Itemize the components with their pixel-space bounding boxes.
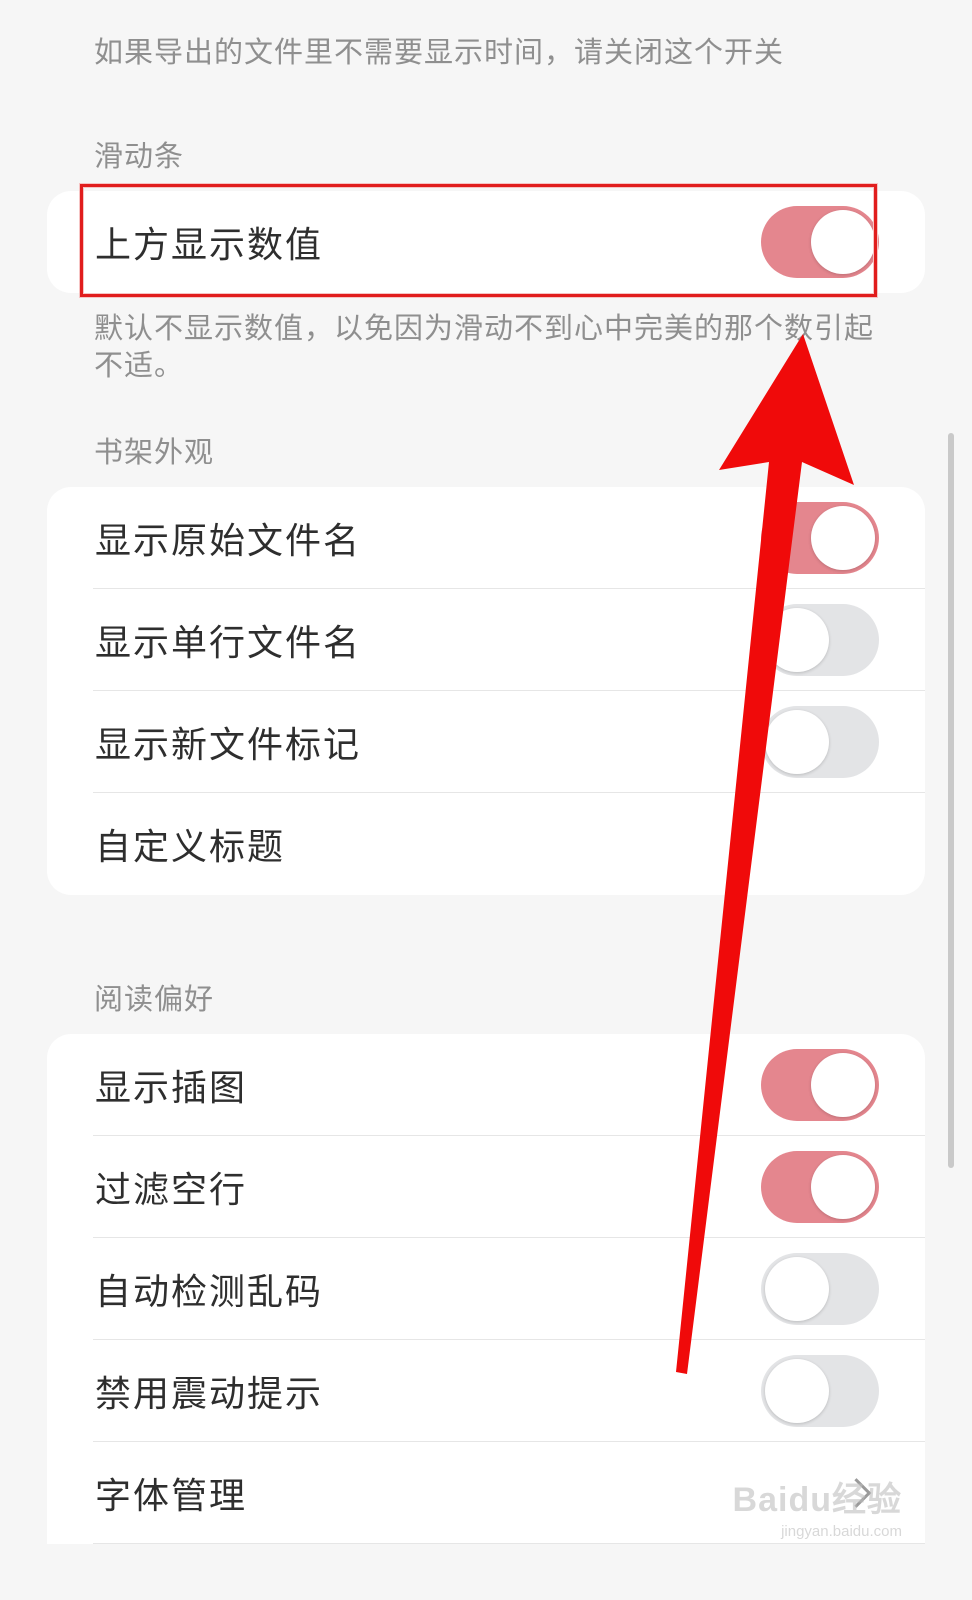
setting-label: 显示新文件标记 [95,725,362,766]
toggle-knob [765,710,829,774]
scrollbar[interactable] [948,433,954,1168]
show-illustrations-toggle[interactable] [761,1049,879,1121]
setting-row-font-management[interactable]: 字体管理 [47,1442,925,1544]
section-title-slider: 滑动条 [94,139,185,173]
section-title-reading: 阅读偏好 [94,982,215,1016]
setting-label: 上方显示数值 [95,225,324,266]
setting-row-filter-blank-lines: 过滤空行 [47,1136,925,1238]
setting-label: 字体管理 [95,1476,248,1517]
setting-row-auto-detect-encoding: 自动检测乱码 [47,1238,925,1340]
toggle-knob [765,1359,829,1423]
setting-row-show-value-above: 上方显示数值 [47,191,925,293]
filter-blank-lines-toggle[interactable] [761,1151,879,1223]
setting-label: 显示单行文件名 [95,623,362,664]
setting-label: 显示插图 [95,1068,248,1109]
reading-settings-card: 显示插图 过滤空行 自动检测乱码 禁用震动提示 字体管理 [47,1034,925,1544]
disable-vibration-toggle[interactable] [761,1355,879,1427]
export-time-note: 如果导出的文件里不需要显示时间，请关闭这个开关 [94,35,785,69]
setting-row-new-file-mark: 显示新文件标记 [47,691,925,793]
setting-row-single-line-filename: 显示单行文件名 [47,589,925,691]
new-file-mark-toggle[interactable] [761,706,879,778]
single-line-filename-toggle[interactable] [761,604,879,676]
setting-row-show-illustrations: 显示插图 [47,1034,925,1136]
toggle-knob [765,608,829,672]
row-divider [93,1543,925,1544]
toggle-knob [811,1053,875,1117]
setting-row-original-filename: 显示原始文件名 [47,487,925,589]
setting-label: 过滤空行 [95,1170,248,1211]
chevron-right-icon [841,1478,872,1508]
auto-detect-encoding-toggle[interactable] [761,1253,879,1325]
setting-row-disable-vibration: 禁用震动提示 [47,1340,925,1442]
setting-label: 自动检测乱码 [95,1272,324,1313]
toggle-knob [765,1257,829,1321]
original-filename-toggle[interactable] [761,502,879,574]
toggle-knob [811,506,875,570]
setting-label: 自定义标题 [95,827,286,868]
bookshelf-settings-card: 显示原始文件名 显示单行文件名 显示新文件标记 自定义标题 [47,487,925,895]
toggle-knob [811,210,875,274]
section-title-bookshelf: 书架外观 [94,435,215,469]
slider-settings-card: 上方显示数值 [47,191,925,293]
show-value-above-toggle[interactable] [761,206,879,278]
slider-note: 默认不显示数值，以免因为滑动不到心中完美的那个数引起不适。 [94,311,875,382]
setting-label: 显示原始文件名 [95,521,362,562]
setting-row-custom-title[interactable]: 自定义标题 [47,793,925,895]
toggle-knob [811,1155,875,1219]
setting-label: 禁用震动提示 [95,1374,324,1415]
